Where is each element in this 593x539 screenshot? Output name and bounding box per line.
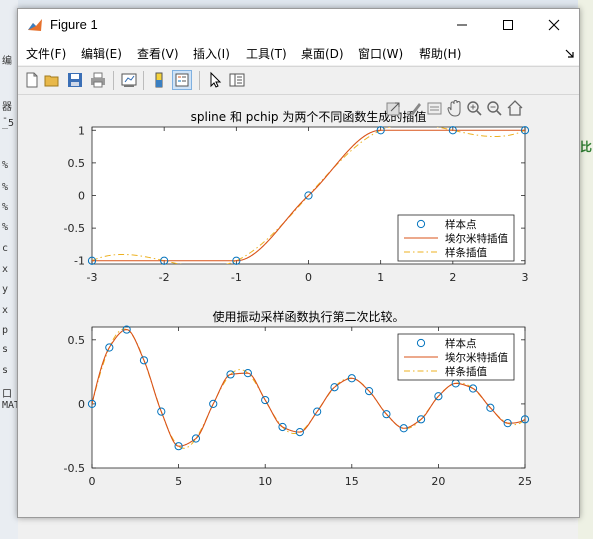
y-tick-label: -0.5	[64, 222, 85, 235]
legend-label: 样条插值	[445, 365, 487, 378]
chart-2: 使用振动采样函数执行第二次比较。 0 5 10 15 20 25 -0.5 0 0.5 样本点埃尔米…	[64, 309, 532, 488]
legend[interactable]: 样本点埃尔米特插值样条插值	[397, 333, 515, 381]
y-tick-label: 0.5	[68, 157, 86, 170]
legend-label: 样本点	[445, 218, 477, 231]
x-tick-label: 1	[377, 271, 384, 284]
legend-label: 样条插值	[445, 246, 487, 259]
x-tick-label: 0	[89, 475, 96, 488]
data-tip-icon[interactable]	[427, 102, 442, 115]
pan-icon[interactable]	[447, 99, 461, 117]
figure-canvas: spline 和 pchip 为两个不同函数生成的插值-3 -2 -1 0 1 2 3-1-…	[64, 109, 532, 488]
y-tick-label: 0	[78, 398, 85, 411]
x-tick-label: 15	[345, 475, 359, 488]
y-tick-label: 1	[78, 124, 85, 137]
y-tick-label: -1	[74, 255, 85, 268]
axes-toolbar	[386, 99, 523, 117]
y-tick-label: 0.5	[68, 334, 86, 347]
legend-label: 埃尔米特插值	[445, 351, 508, 364]
x-tick-label: -2	[159, 271, 170, 284]
y-tick-label: -0.5	[64, 462, 85, 475]
zoom-out-icon[interactable]	[487, 101, 502, 116]
x-tick-label: 5	[175, 475, 182, 488]
x-tick-label: -3	[87, 271, 98, 284]
chart-title: 使用振动采样函数执行第二次比较。	[212, 309, 404, 324]
y-tick-label: 0	[78, 190, 85, 203]
x-tick-label: 0	[305, 271, 312, 284]
x-tick-label: 25	[518, 475, 532, 488]
export-icon[interactable]	[386, 102, 400, 116]
restore-view-icon[interactable]	[507, 100, 523, 116]
x-tick-label: 10	[258, 475, 272, 488]
legend-label: 样本点	[445, 337, 477, 350]
brush-icon[interactable]	[409, 103, 421, 115]
chart-1: spline 和 pchip 为两个不同函数生成的插值-3 -2 -1 0 1 2 3-1-…	[64, 109, 530, 284]
x-tick-label: 2	[449, 271, 456, 284]
zoom-in-icon[interactable]	[467, 101, 482, 116]
legend-label: 埃尔米特插值	[445, 232, 508, 245]
x-tick-label: 3	[522, 271, 529, 284]
legend[interactable]: 样本点埃尔米特插值样条插值	[397, 214, 515, 262]
x-tick-label: 20	[431, 475, 445, 488]
x-tick-label: -1	[231, 271, 242, 284]
